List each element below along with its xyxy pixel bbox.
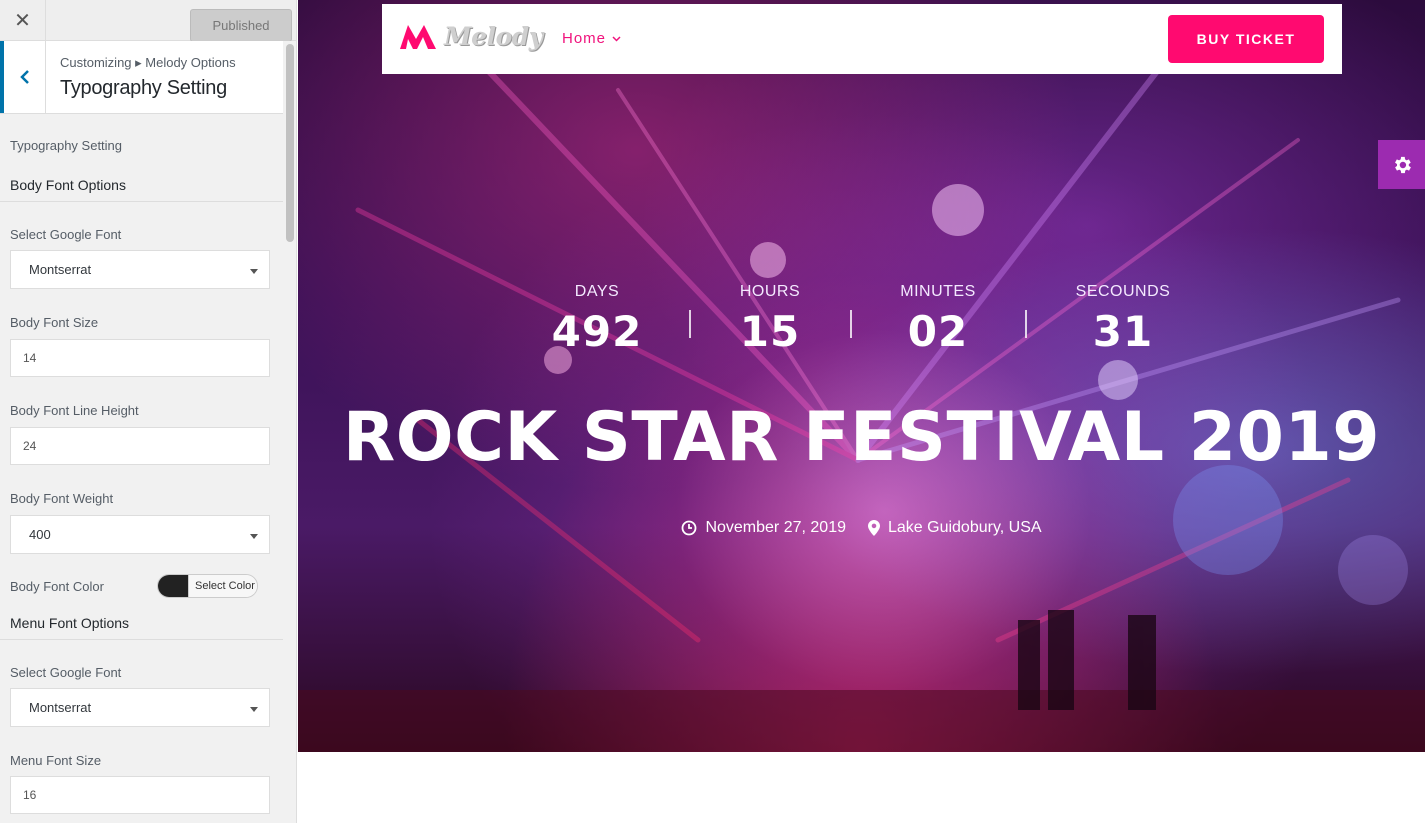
- body-font-options-heading: Body Font Options: [10, 177, 126, 193]
- dropdown-caret-icon: [250, 269, 258, 274]
- body-font-size-label: Body Font Size: [10, 315, 99, 330]
- divider: [0, 201, 283, 202]
- event-location-text: Lake Guidobury, USA: [887, 519, 1042, 536]
- map-pin-icon: [867, 520, 880, 536]
- section-header: Customizing ▸ Melody Options Typography …: [0, 41, 283, 114]
- buy-ticket-button[interactable]: BUY TICKET: [1168, 15, 1324, 63]
- logo-text: Melody: [444, 22, 543, 51]
- hero-section: Melody Home BUY TICKET DAYS 492 HOURS 15…: [298, 0, 1425, 752]
- body-font-color-label: Body Font Color: [10, 579, 104, 594]
- melody-logo-icon: [400, 24, 436, 49]
- countdown-label: DAYS: [574, 283, 620, 300]
- select-color-label: Select Color: [188, 575, 257, 597]
- menu-google-font-label: Select Google Font: [10, 665, 122, 680]
- event-title: ROCK STAR FESTIVAL 2019: [342, 398, 1381, 477]
- countdown-hours: HOURS 15: [720, 283, 820, 356]
- countdown-value: 02: [907, 307, 969, 356]
- body-line-height-input[interactable]: 24: [10, 427, 270, 465]
- menu-font-options-heading: Menu Font Options: [10, 615, 130, 631]
- body-google-font-select[interactable]: Montserrat: [10, 250, 270, 289]
- close-customizer-button[interactable]: ✕: [0, 0, 46, 41]
- site-header: Melody Home BUY TICKET: [382, 4, 1342, 74]
- countdown-separator: [850, 310, 852, 338]
- body-font-size-input[interactable]: 14: [10, 339, 270, 377]
- countdown-label: MINUTES: [900, 283, 976, 300]
- countdown-minutes: MINUTES 02: [878, 283, 998, 356]
- nav-home-label: Home: [562, 30, 607, 47]
- section-title: Typography Setting: [60, 77, 227, 99]
- event-date-text: November 27, 2019: [705, 519, 846, 536]
- close-icon: ✕: [14, 10, 31, 32]
- body-font-weight-label: Body Font Weight: [10, 491, 114, 506]
- countdown-separator: [1025, 310, 1027, 338]
- menu-font-size-input[interactable]: 16: [10, 776, 270, 814]
- event-location: Lake Guidobury, USA: [867, 519, 1042, 537]
- back-button[interactable]: [0, 41, 46, 113]
- typography-intro-label: Typography Setting: [10, 138, 123, 153]
- settings-panel-toggle[interactable]: [1378, 140, 1425, 189]
- menu-google-font-value: Montserrat: [29, 700, 92, 715]
- countdown-label: HOURS: [739, 283, 801, 300]
- body-google-font-label: Select Google Font: [10, 227, 122, 242]
- countdown-separator: [689, 310, 691, 338]
- nav-item-home[interactable]: Home: [562, 30, 621, 47]
- sidebar-scrollbar-thumb[interactable]: [286, 44, 294, 242]
- body-line-height-label: Body Font Line Height: [10, 403, 139, 418]
- gear-icon: [1394, 156, 1411, 173]
- body-font-weight-select[interactable]: 400: [10, 515, 270, 554]
- event-date: November 27, 2019: [681, 519, 846, 537]
- publish-button[interactable]: Published: [190, 9, 292, 42]
- chevron-left-icon: [19, 70, 29, 84]
- site-preview: Melody Home BUY TICKET DAYS 492 HOURS 15…: [298, 0, 1425, 823]
- event-meta: November 27, 2019 Lake Guidobury, USA: [298, 519, 1425, 537]
- dropdown-caret-icon: [250, 534, 258, 539]
- menu-font-size-label: Menu Font Size: [10, 753, 102, 768]
- color-swatch: [158, 575, 188, 597]
- concert-background-image: [298, 57, 1425, 752]
- customizer-sidebar: ✕ Published Customizing ▸ Melody Options…: [0, 0, 297, 823]
- countdown-value: 15: [739, 307, 801, 356]
- dropdown-caret-icon: [250, 707, 258, 712]
- countdown-label: SECOUNDS: [1075, 283, 1171, 300]
- countdown-days: DAYS 492: [547, 283, 647, 356]
- divider: [0, 639, 283, 640]
- customizer-header: ✕ Published: [0, 0, 296, 42]
- body-font-weight-value: 400: [29, 527, 51, 542]
- breadcrumb: Customizing ▸ Melody Options: [60, 55, 236, 70]
- clock-icon: [682, 520, 697, 536]
- site-logo[interactable]: Melody: [398, 22, 543, 51]
- countdown-seconds: SECOUNDS 31: [1058, 283, 1188, 356]
- countdown-value: 31: [1092, 307, 1154, 356]
- countdown-value: 492: [551, 307, 643, 356]
- body-google-font-value: Montserrat: [29, 262, 92, 277]
- body-font-color-picker[interactable]: Select Color: [157, 574, 258, 598]
- chevron-down-icon: [612, 35, 621, 42]
- menu-google-font-select[interactable]: Montserrat: [10, 688, 270, 727]
